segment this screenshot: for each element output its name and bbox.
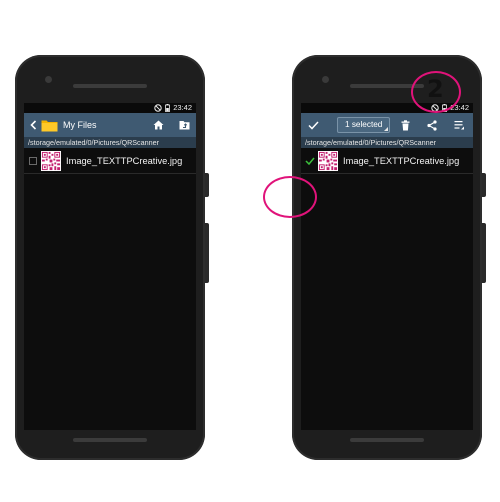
- checkbox-callout-circle: [263, 176, 317, 218]
- folder-up-button[interactable]: [176, 113, 192, 137]
- selection-count-dropdown[interactable]: 1 selected: [337, 117, 391, 133]
- folder-icon: [41, 120, 58, 131]
- file-name: Image_TEXTTPCreative.jpg: [66, 155, 183, 166]
- action-bar: My Files: [24, 113, 196, 137]
- phone-volume-button: [482, 223, 486, 283]
- selection-count-label: 1 selected: [345, 120, 383, 129]
- step-2-number: 2: [427, 75, 444, 103]
- status-time: 23:42: [173, 103, 192, 112]
- share-button[interactable]: [424, 113, 440, 137]
- selected-checkmark-icon[interactable]: [305, 156, 315, 166]
- share-icon: [427, 119, 437, 131]
- earpiece-speaker: [73, 84, 147, 88]
- phone-left: 23:42 My Files /storage/emulated/0/Pictu…: [15, 55, 209, 460]
- bottom-speaker: [350, 438, 424, 442]
- phone-side-button: [205, 173, 209, 197]
- screen-right: 23:42 1 selected /storage/emulated/0/Pic…: [301, 103, 473, 430]
- file-name: Image_TEXTTPCreative.jpg: [343, 155, 460, 166]
- bottom-speaker: [73, 438, 147, 442]
- front-camera: [45, 76, 52, 83]
- phone-right: 23:42 1 selected /storage/emulated/0/Pic…: [292, 55, 486, 460]
- selection-action-bar: 1 selected: [301, 113, 473, 137]
- do-not-disturb-icon: [154, 104, 162, 112]
- screen-left: 23:42 My Files /storage/emulated/0/Pictu…: [24, 103, 196, 430]
- done-button[interactable]: [305, 113, 321, 137]
- delete-button[interactable]: [397, 113, 413, 137]
- more-options-button[interactable]: [451, 113, 467, 137]
- qr-code-icon: [318, 150, 338, 171]
- home-icon: [153, 120, 163, 130]
- home-button[interactable]: [150, 113, 166, 137]
- delete-icon: [401, 119, 409, 130]
- checkmark-icon: [307, 120, 319, 130]
- phone-side-button: [482, 173, 486, 197]
- back-button[interactable]: [27, 120, 39, 130]
- menu-icon: [454, 121, 464, 130]
- battery-icon: [165, 104, 171, 112]
- path-bar: /storage/emulated/0/Pictures/QRScanner: [301, 137, 473, 148]
- page-title: My Files: [63, 120, 97, 130]
- file-row[interactable]: Image_TEXTTPCreative.jpg: [24, 148, 196, 174]
- path-bar: /storage/emulated/0/Pictures/QRScanner: [24, 137, 196, 148]
- front-camera: [322, 76, 329, 83]
- folder-up-icon: [179, 121, 189, 130]
- file-row-selected[interactable]: Image_TEXTTPCreative.jpg: [301, 148, 473, 174]
- back-chevron-icon: [29, 120, 36, 130]
- phone-volume-button: [205, 223, 209, 283]
- dropdown-indicator-icon: [384, 127, 389, 131]
- qr-code-icon: [41, 150, 61, 171]
- file-checkbox[interactable]: [29, 156, 37, 165]
- status-bar: 23:42: [24, 103, 196, 113]
